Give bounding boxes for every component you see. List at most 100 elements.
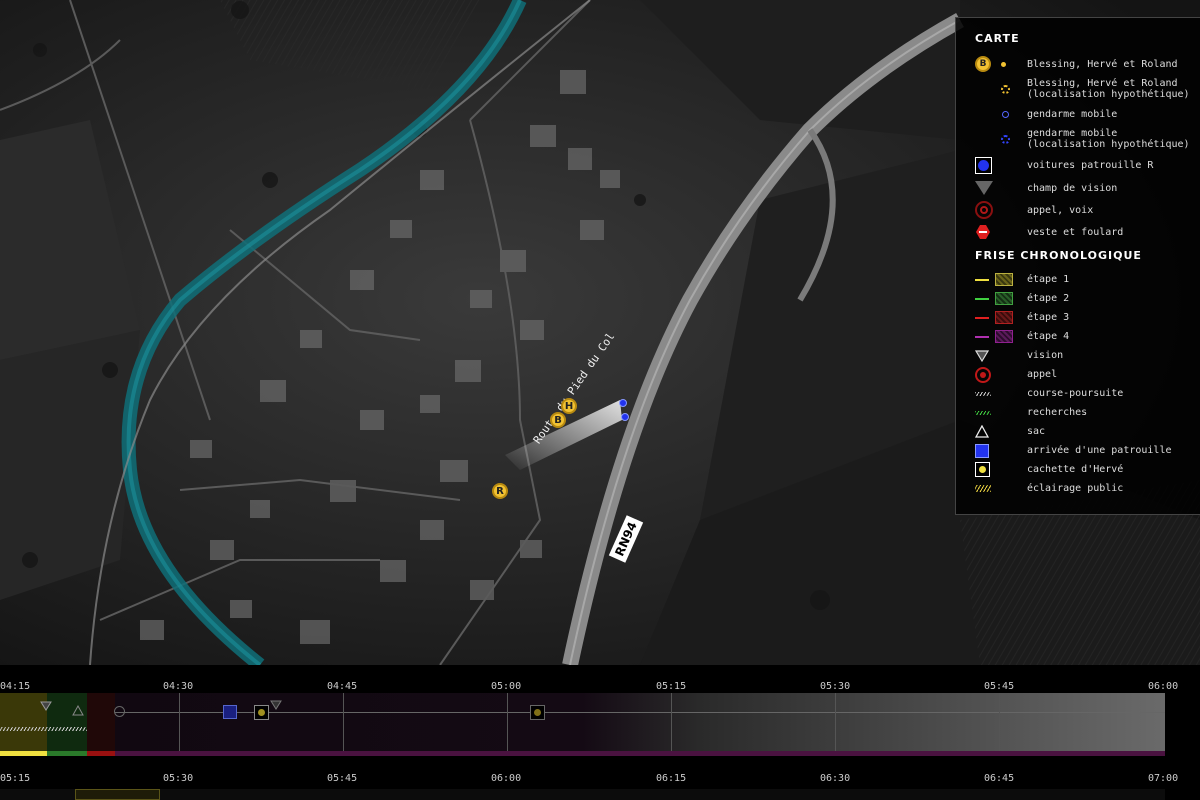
red-hexagon-icon	[976, 225, 990, 239]
timeline-stage2-bar	[47, 751, 87, 756]
search-hatch-icon	[975, 410, 991, 415]
legend-label: voitures patrouille R	[1027, 159, 1154, 171]
legend-item: étape 3	[975, 308, 1200, 327]
legend-item: vision	[975, 346, 1200, 365]
timeline-tick-label: 05:15	[656, 681, 687, 692]
timeline-axis-row1	[0, 712, 1165, 713]
legend-item: appel	[975, 365, 1200, 384]
bag-triangle-icon[interactable]	[72, 705, 84, 716]
vision-icon[interactable]	[270, 700, 282, 710]
b-marker-icon: B	[975, 56, 991, 72]
legend-label: champ de vision	[1027, 182, 1118, 194]
timeline-tick	[835, 693, 836, 751]
legend-item: étape 1	[975, 270, 1200, 289]
legend-label: étape 4	[1027, 331, 1070, 342]
legend-item: gendarme mobile	[975, 103, 1200, 125]
marker-h[interactable]: H	[561, 398, 577, 414]
timeline-tick-label: 05:30	[820, 681, 851, 692]
timeline-tick-label: 04:45	[327, 681, 358, 692]
field	[0, 330, 140, 600]
gendarme-dot[interactable]	[621, 413, 629, 421]
timeline-band-row1[interactable]	[0, 693, 1165, 756]
timeline-tick	[179, 693, 180, 751]
timeline-tick-label: 04:30	[163, 681, 194, 692]
stage-3-icon	[995, 311, 1013, 324]
legend-label: recherches	[1027, 407, 1088, 418]
timeline-tick	[343, 693, 344, 751]
call-target-icon	[975, 201, 993, 219]
timeline-tick-label: 06:00	[491, 773, 522, 784]
bag-triangle-icon	[975, 425, 989, 438]
legend-item: voitures patrouille R	[975, 153, 1200, 177]
timeline-stage3-block[interactable]	[87, 693, 115, 756]
timeline-band-row2[interactable]	[0, 789, 1165, 800]
chase-icon	[975, 391, 991, 396]
blue-square-icon	[975, 156, 992, 174]
legend-label: Blessing, Hervé et Roland	[1027, 58, 1178, 70]
legend-label: gendarme mobile (localisation hypothétiq…	[1027, 128, 1190, 150]
chase-hatch	[0, 727, 87, 731]
hypothetical-location-icon	[1001, 84, 1010, 94]
legend-item: champ de vision	[975, 177, 1200, 199]
stage-2-icon	[995, 292, 1013, 305]
timeline-tick-label: 05:45	[327, 773, 358, 784]
hideout-icon[interactable]	[254, 705, 269, 720]
marker-r[interactable]: R	[492, 483, 508, 499]
timeline-stage1-bar	[0, 751, 47, 756]
legend-label: gendarme mobile	[1027, 108, 1118, 120]
legend-item: sac	[975, 422, 1200, 441]
timeline-tick-label: 05:30	[163, 773, 194, 784]
legend-label: sac	[1027, 426, 1046, 437]
legend-frise-title: FRISE CHRONOLOGIQUE	[975, 249, 1142, 262]
timeline-tick	[671, 693, 672, 751]
legend-item: arrivée d'une patrouille	[975, 441, 1200, 460]
timeline-stage4-bar	[0, 751, 1165, 756]
timeline-tick-label: 05:00	[491, 681, 522, 692]
legend-carte-title: CARTE	[975, 32, 1020, 45]
legend-item: appel, voix	[975, 199, 1200, 221]
call-icon	[975, 366, 991, 383]
blue-hypothetical-icon	[1001, 134, 1010, 144]
timeline[interactable]: 04:15 04:30 04:45 05:00 05:15 05:30 05:4…	[0, 665, 1200, 800]
timeline-tick-label: 06:00	[1148, 681, 1179, 692]
timeline-tick-label: 06:30	[820, 773, 851, 784]
timeline-tick	[507, 693, 508, 751]
call-icon[interactable]	[114, 706, 125, 717]
timeline-tick-label: 07:00	[1148, 773, 1179, 784]
legend-item: étape 2	[975, 289, 1200, 308]
legend-item: éclairage public	[975, 479, 1200, 498]
legend-label: étape 3	[1027, 312, 1070, 323]
timeline-stage1-block-row2[interactable]	[75, 789, 160, 800]
legend-item: cachette d'Hervé	[975, 460, 1200, 479]
hideout-icon	[975, 462, 990, 477]
timeline-tick-label: 05:15	[0, 773, 31, 784]
timeline-tick-label: 06:45	[984, 773, 1015, 784]
legend-item: course-poursuite	[975, 384, 1200, 403]
hideout-icon[interactable]	[530, 705, 545, 720]
legend-label: vision	[1027, 350, 1064, 361]
blue-dot-icon	[1002, 110, 1009, 118]
stage-1-icon	[995, 273, 1013, 286]
legend-item: B Blessing, Hervé et Roland	[975, 53, 1200, 75]
legend-label: Blessing, Hervé et Roland (localisation …	[1027, 78, 1190, 100]
timeline-tick	[999, 693, 1000, 751]
gendarme-dot[interactable]	[619, 399, 627, 407]
timeline-tick-label: 04:15	[0, 681, 31, 692]
legend-panel: CARTE B Blessing, Hervé et Roland Blessi…	[955, 17, 1200, 515]
legend-item: recherches	[975, 403, 1200, 422]
vision-cone-icon	[975, 181, 993, 195]
legend-item: Blessing, Hervé et Roland (localisation …	[975, 75, 1200, 103]
vision-icon	[975, 349, 989, 362]
legend-item: étape 4	[975, 327, 1200, 346]
timeline-tick-label: 05:45	[984, 681, 1015, 692]
marker-b[interactable]: B	[550, 412, 566, 428]
street-lighting-icon	[975, 485, 991, 492]
legend-label: course-poursuite	[1027, 388, 1124, 399]
legend-label: cachette d'Hervé	[1027, 464, 1124, 475]
legend-label: étape 1	[1027, 274, 1070, 285]
patrol-arrival-icon[interactable]	[223, 705, 237, 719]
legend-label: arrivée d'une patrouille	[1027, 445, 1172, 456]
timeline-stage2-block[interactable]	[47, 693, 87, 756]
legend-label: éclairage public	[1027, 483, 1124, 494]
vision-icon[interactable]	[40, 701, 52, 711]
